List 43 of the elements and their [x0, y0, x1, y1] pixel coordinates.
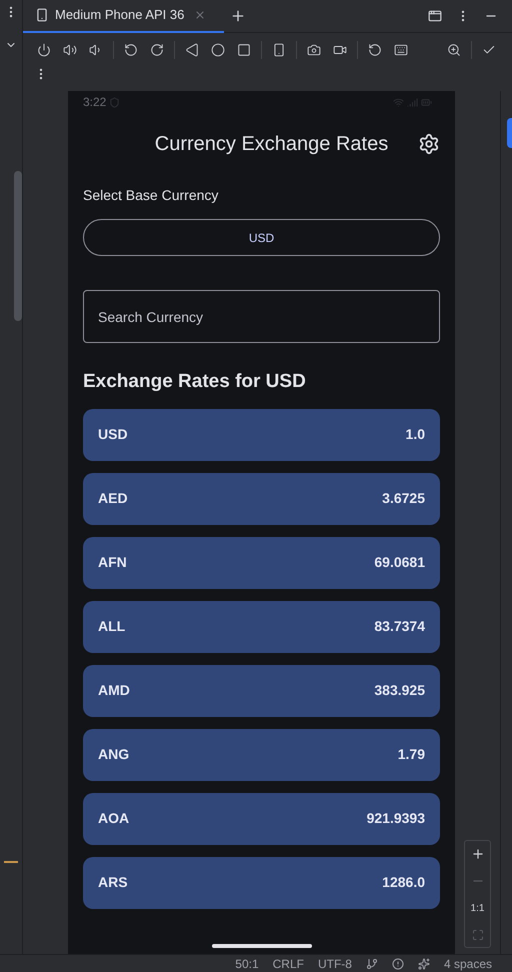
currency-code: AOA: [98, 809, 130, 828]
window-icon[interactable]: [428, 9, 442, 23]
rate-value: 921.9393: [366, 809, 425, 828]
zoom-in-icon[interactable]: [470, 847, 484, 862]
rate-value: 1286.0: [382, 873, 425, 892]
rates-heading: Exchange Rates for USD: [83, 370, 307, 394]
device-icon: [35, 8, 49, 22]
search-field[interactable]: Search Currency: [83, 290, 440, 343]
rate-value: 83.7374: [374, 617, 425, 636]
scrollbar[interactable]: [14, 171, 22, 321]
rate-value: 1.79: [398, 745, 425, 764]
sparkle-icon[interactable]: [418, 958, 430, 970]
alert-icon[interactable]: [392, 958, 404, 970]
tab-title: Medium Phone API 36: [55, 6, 184, 24]
base-currency-label: Select Base Currency: [83, 186, 220, 205]
close-icon[interactable]: [194, 9, 206, 21]
settings-icon[interactable]: [418, 133, 440, 155]
actual-size-button[interactable]: 1:1: [470, 900, 484, 916]
app-title: Currency Exchange Rates: [154, 132, 388, 157]
base-currency-button[interactable]: USD: [83, 219, 440, 256]
rate-value: 69.0681: [374, 553, 425, 572]
rate-value: 383.925: [374, 681, 425, 700]
currency-code: ARS: [98, 873, 128, 892]
currency-code: AFN: [98, 553, 127, 572]
rate-value: 3.6725: [382, 489, 425, 508]
side-tab-marker[interactable]: [507, 118, 512, 148]
signal-icon: [407, 96, 418, 108]
file-encoding[interactable]: UTF-8: [318, 954, 352, 972]
add-icon[interactable]: [230, 8, 246, 24]
device-tab[interactable]: Medium Phone API 36: [23, 0, 224, 32]
clock: 3:22: [83, 94, 106, 111]
battery-icon: [421, 96, 432, 108]
shield-icon: [109, 96, 120, 108]
currency-code: AMD: [98, 681, 130, 700]
indent-setting[interactable]: 4 spaces: [444, 954, 492, 972]
currency-code: ANG: [98, 745, 130, 764]
rate-value: 1.0: [406, 425, 425, 444]
currency-code: USD: [98, 425, 128, 444]
currency-code: AED: [98, 489, 128, 508]
cursor-position[interactable]: 50:1: [235, 954, 259, 972]
line-separator[interactable]: CRLF: [272, 954, 304, 972]
currency-code: ALL: [98, 617, 126, 636]
wifi-icon: [393, 96, 404, 108]
